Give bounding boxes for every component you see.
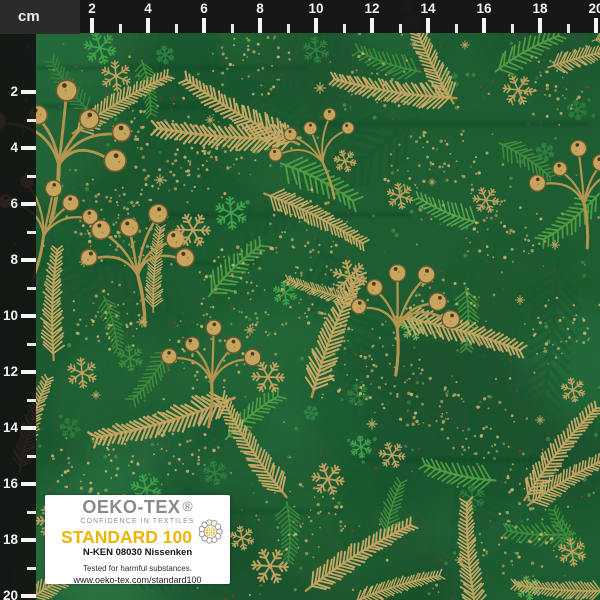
ruler-left-minor-tick xyxy=(27,119,36,122)
oeko-tex-flower-icon xyxy=(197,518,224,545)
oeko-tex-claim: Tested for harmful substances. xyxy=(45,564,230,573)
ruler-left-tick xyxy=(21,370,36,374)
ruler-top-tick-label: 12 xyxy=(358,1,386,17)
ruler-left-tick xyxy=(21,146,36,150)
ruler-top-minor-tick xyxy=(287,24,290,33)
oeko-tex-license-number: N-KEN 08030 Nissenken xyxy=(45,548,230,558)
oeko-tex-brand-row: OEKO-TEX® xyxy=(45,498,230,517)
ruler-left-minor-tick xyxy=(27,567,36,570)
ruler-top-tick-label: 8 xyxy=(246,1,274,17)
registered-trademark-icon: ® xyxy=(182,498,192,514)
ruler-left-tick xyxy=(21,90,36,94)
ruler-left-tick-label: 12 xyxy=(0,364,18,380)
ruler-top-tick xyxy=(314,18,318,33)
ruler-left-tick-label: 20 xyxy=(0,588,18,600)
ruler-left-tick-label: 18 xyxy=(0,532,18,548)
ruler-top-tick xyxy=(202,18,206,33)
ruler-left-tick-label: 2 xyxy=(0,84,18,100)
ruler-unit: cm xyxy=(0,0,80,34)
ruler-top-tick-label: 2 xyxy=(78,1,106,17)
ruler-unit-label: cm xyxy=(18,8,40,25)
oeko-tex-label: OEKO-TEX® CONFIDENCE IN TEXTILES STANDAR… xyxy=(45,495,230,584)
ruler-left-tick-label: 8 xyxy=(0,252,18,268)
ruler-left-minor-tick xyxy=(27,175,36,178)
ruler-left-tick xyxy=(21,314,36,318)
ruler-top-minor-tick xyxy=(511,24,514,33)
ruler-left: 2 4 6 8 10 12 14 16 18 20 xyxy=(0,33,36,600)
ruler-top-tick-label: 16 xyxy=(470,1,498,17)
ruler-top-tick-label: 18 xyxy=(526,1,554,17)
ruler-left-tick xyxy=(21,482,36,486)
ruler-top-tick-label: 20 xyxy=(582,1,600,17)
ruler-top-tick xyxy=(258,18,262,33)
ruler-left-tick xyxy=(21,258,36,262)
ruler-top-minor-tick xyxy=(399,24,402,33)
ruler-top-tick xyxy=(146,18,150,33)
ruler-top-tick-label: 4 xyxy=(134,1,162,17)
ruler-left-minor-tick xyxy=(27,287,36,290)
ruler-left-tick-label: 14 xyxy=(0,420,18,436)
ruler-top-tick xyxy=(90,18,94,33)
ruler-top: 2 4 6 8 10 12 14 16 18 20 xyxy=(0,0,600,33)
ruler-left-tick xyxy=(21,538,36,542)
ruler-left-minor-tick xyxy=(27,399,36,402)
ruler-top-tick xyxy=(594,18,598,33)
ruler-top-minor-tick xyxy=(567,24,570,33)
ruler-left-minor-tick xyxy=(27,343,36,346)
ruler-left-minor-tick xyxy=(27,511,36,514)
ruler-top-tick xyxy=(426,18,430,33)
ruler-left-tick xyxy=(21,426,36,430)
ruler-top-minor-tick xyxy=(119,24,122,33)
oeko-tex-brand: OEKO-TEX xyxy=(82,497,180,517)
ruler-left-tick xyxy=(21,202,36,206)
ruler-left-minor-tick xyxy=(27,455,36,458)
ruler-top-tick-label: 10 xyxy=(302,1,330,17)
ruler-left-tick-label: 6 xyxy=(0,196,18,212)
fabric-product-photo: 2 4 6 8 10 12 14 16 18 20 2 4 6 8 10 12 14 16 18 20 cm OEK… xyxy=(0,0,600,600)
ruler-top-minor-tick xyxy=(231,24,234,33)
oeko-tex-url: www.oeko-tex.com/standard100 xyxy=(45,575,230,585)
ruler-left-tick-label: 16 xyxy=(0,476,18,492)
ruler-top-tick-label: 14 xyxy=(414,1,442,17)
ruler-left-tick-label: 10 xyxy=(0,308,18,324)
ruler-top-tick xyxy=(482,18,486,33)
ruler-top-minor-tick xyxy=(175,24,178,33)
ruler-left-tick-label: 4 xyxy=(0,140,18,156)
ruler-top-tick xyxy=(370,18,374,33)
ruler-left-minor-tick xyxy=(27,231,36,234)
ruler-top-tick xyxy=(538,18,542,33)
ruler-top-minor-tick xyxy=(455,24,458,33)
ruler-top-minor-tick xyxy=(343,24,346,33)
ruler-left-tick xyxy=(21,594,36,598)
ruler-top-tick-label: 6 xyxy=(190,1,218,17)
